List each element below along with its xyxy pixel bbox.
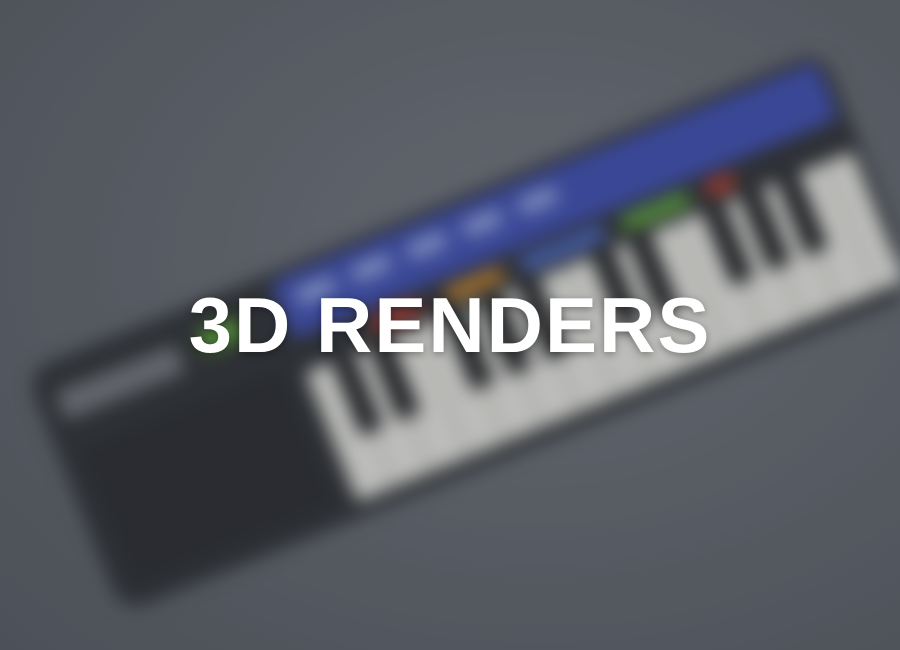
banner-title: 3D RENDERS bbox=[0, 0, 900, 650]
banner: 3D RENDERS bbox=[0, 0, 900, 650]
banner-title-text: 3D RENDERS bbox=[188, 280, 712, 369]
